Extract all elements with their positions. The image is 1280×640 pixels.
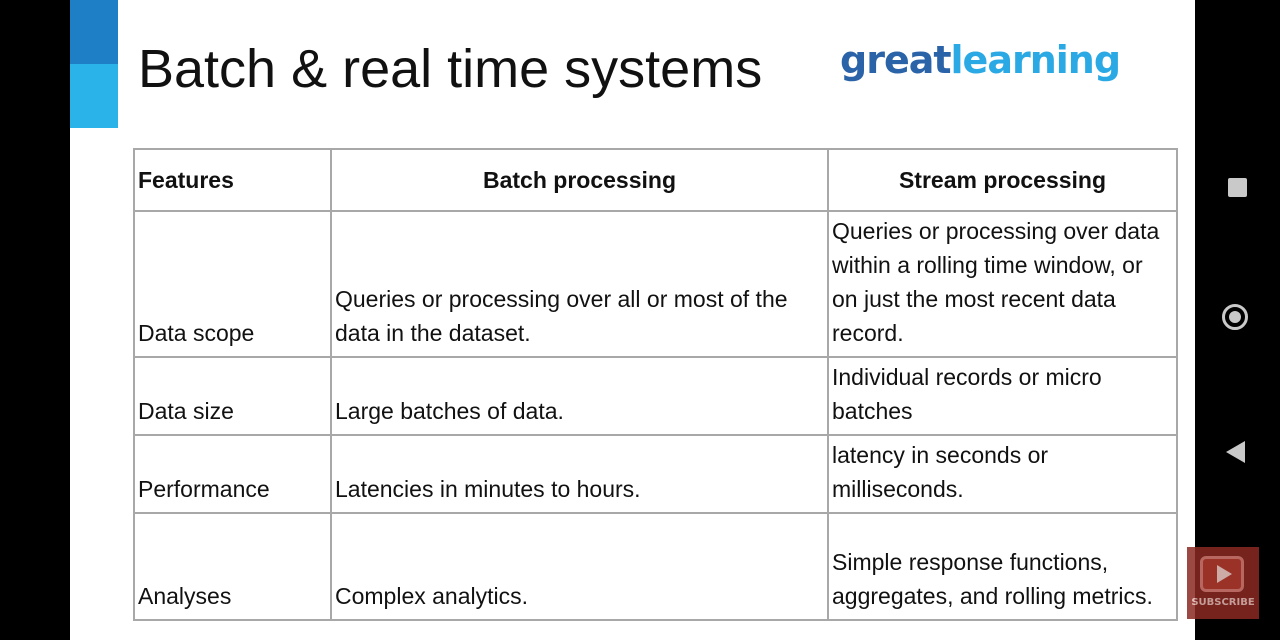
header-stream-processing: Stream processing — [827, 148, 1178, 212]
table-row: Data scope Queries or processing over al… — [133, 210, 1178, 358]
table-row: Performance Latencies in minutes to hour… — [133, 434, 1178, 514]
table-row: Analyses Complex analytics. Simple respo… — [133, 512, 1178, 621]
logo-part-great: great — [840, 38, 952, 82]
subscribe-button[interactable]: SUBSCRIBE — [1187, 547, 1259, 619]
stream-cell: Queries or processing over data within a… — [827, 210, 1178, 358]
batch-cell: Latencies in minutes to hours. — [330, 434, 829, 514]
stream-cell: Individual records or micro batches — [827, 356, 1178, 436]
header-batch-processing: Batch processing — [330, 148, 829, 212]
recent-apps-icon[interactable] — [1228, 178, 1247, 197]
slide: Batch & real time systems greatlearning … — [70, 0, 1195, 640]
table-header-row: Features Batch processing Stream process… — [133, 148, 1178, 212]
comparison-table: Features Batch processing Stream process… — [133, 148, 1178, 621]
table-row: Data size Large batches of data. Individ… — [133, 356, 1178, 436]
accent-block-dark — [70, 0, 118, 64]
feature-cell: Data size — [133, 356, 332, 436]
feature-cell: Performance — [133, 434, 332, 514]
batch-cell: Complex analytics. — [330, 512, 829, 621]
greatlearning-logo: greatlearning — [840, 38, 1122, 82]
feature-cell: Data scope — [133, 210, 332, 358]
batch-cell: Large batches of data. — [330, 356, 829, 436]
batch-cell: Queries or processing over all or most o… — [330, 210, 829, 358]
accent-block-light — [70, 64, 118, 128]
back-icon[interactable] — [1226, 441, 1245, 463]
slide-title: Batch & real time systems — [138, 39, 763, 99]
play-icon — [1200, 556, 1244, 592]
stream-cell: Simple response functions, aggregates, a… — [827, 512, 1178, 621]
subscribe-label: SUBSCRIBE — [1191, 597, 1255, 608]
feature-cell: Analyses — [133, 512, 332, 621]
logo-part-learning: learning — [950, 38, 1122, 82]
header-features: Features — [133, 148, 332, 212]
stream-cell: latency in seconds or milliseconds. — [827, 434, 1178, 514]
home-icon[interactable] — [1222, 304, 1248, 330]
